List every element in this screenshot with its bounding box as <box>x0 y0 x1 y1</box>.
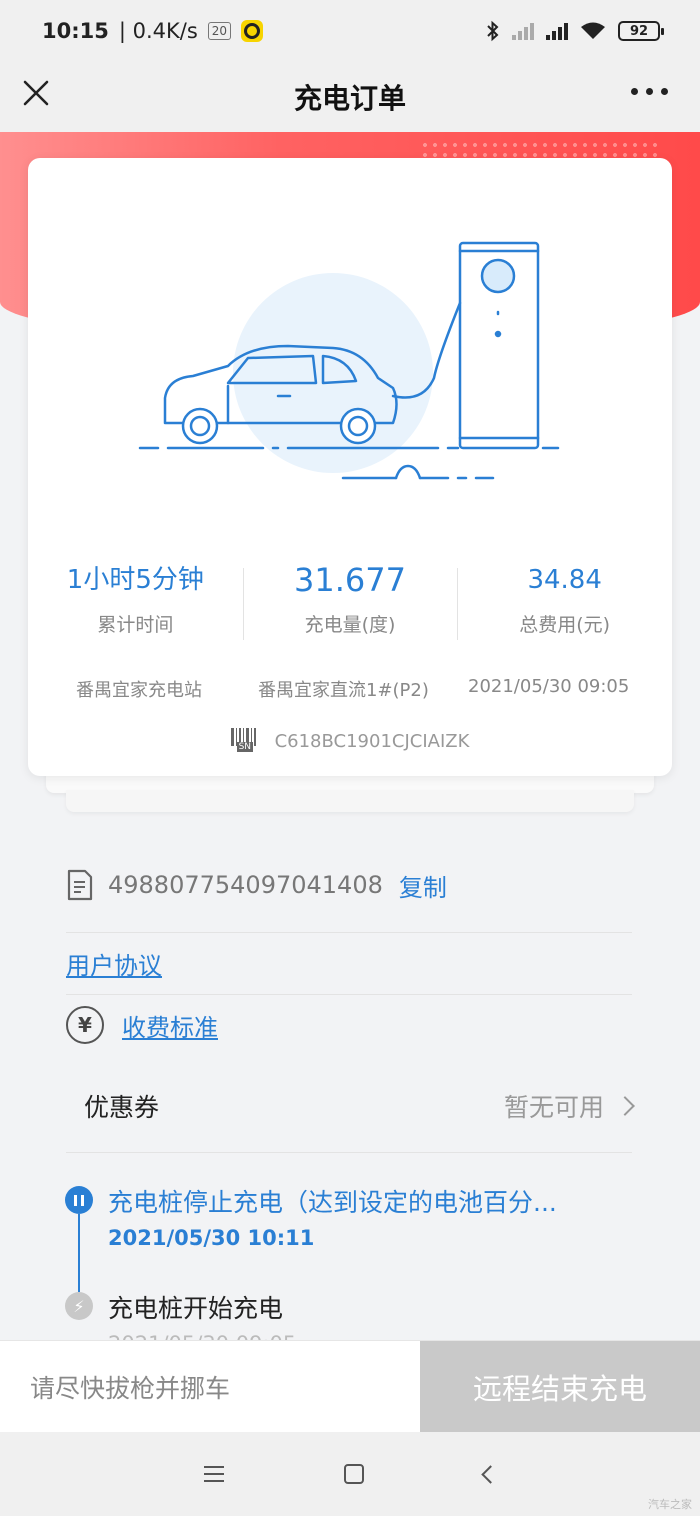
fee-standard-link[interactable]: 收费标准 <box>122 1008 218 1043</box>
lightning-icon: ⚡ <box>65 1292 93 1320</box>
order-number-row: 498807754097041408 复制 <box>66 862 632 908</box>
battery-icon: 92 <box>618 21 664 41</box>
signal-sim2-icon <box>512 22 534 40</box>
serial-number-row: SN C618BC1901CJCIAIZK <box>28 728 672 754</box>
end-charging-button[interactable]: 远程结束充电 <box>420 1341 700 1432</box>
document-icon <box>67 869 93 901</box>
status-badge: 20 <box>207 22 232 40</box>
menu-icon[interactable] <box>203 1466 224 1482</box>
unplug-hint: 请尽快拔枪并挪车 <box>0 1341 420 1432</box>
yen-icon: ¥ <box>66 1006 104 1044</box>
chevron-right-icon <box>615 1096 635 1116</box>
stat-label: 充电量(度) <box>304 614 396 636</box>
status-time: 10:15 <box>42 19 109 43</box>
close-icon[interactable] <box>20 77 52 109</box>
order-number: 498807754097041408 <box>108 871 383 899</box>
barcode-sn-icon: SN <box>230 728 269 754</box>
bluetooth-icon <box>487 20 499 42</box>
card-stack-layer <box>66 790 634 812</box>
stat-value: 31.677 <box>294 561 406 599</box>
bottom-action-bar: 请尽快拔枪并挪车 远程结束充电 <box>0 1340 700 1432</box>
home-icon[interactable] <box>343 1464 364 1484</box>
sn-tag: SN <box>236 742 254 752</box>
status-net-speed: | 0.4K/s <box>118 19 198 43</box>
stat-duration: 1小时5分钟 累计时间 <box>28 558 243 648</box>
banner-decoration <box>420 140 660 160</box>
timeline-connector <box>78 1214 80 1292</box>
system-nav-bar: 汽车之家 <box>0 1432 700 1516</box>
nav-bar: 充电订单 <box>0 62 700 132</box>
signal-sim1-icon <box>546 22 568 40</box>
start-datetime: 2021/05/30 09:05 <box>468 676 630 697</box>
more-icon[interactable] <box>631 88 668 95</box>
charger-name: 番禺宜家直流1#(P2) <box>258 680 429 701</box>
coupon-value-wrap: 暂无可用 <box>503 1088 635 1124</box>
wifi-icon <box>581 22 605 39</box>
status-right: 92 <box>486 20 664 42</box>
back-icon[interactable] <box>480 1464 500 1484</box>
status-bar: 10:15 | 0.4K/s 20 92 <box>0 0 700 62</box>
fee-standard-row: ¥ 收费标准 <box>66 1006 218 1044</box>
divider <box>66 932 632 933</box>
watermark: 汽车之家 <box>648 1498 692 1511</box>
stat-label: 累计时间 <box>97 614 174 636</box>
page-title: 充电订单 <box>293 82 406 115</box>
user-agreement-link[interactable]: 用户协议 <box>66 946 162 981</box>
pause-icon <box>65 1186 93 1214</box>
divider <box>66 1152 632 1153</box>
copy-button[interactable]: 复制 <box>399 868 447 903</box>
app-notification-icon <box>241 20 264 42</box>
timeline-event-title: 充电桩停止充电（达到设定的电池百分... <box>108 1188 557 1217</box>
charging-stats: 1小时5分钟 累计时间 31.677 充电量(度) 34.84 总费用(元) <box>28 558 672 648</box>
timeline-event-time: 2021/05/30 10:11 <box>108 1226 315 1250</box>
car-charging-illustration <box>138 241 560 480</box>
station-name: 番禺宜家充电站 <box>76 680 202 701</box>
status-left: 10:15 | 0.4K/s 20 <box>42 19 264 43</box>
coupon-value: 暂无可用 <box>503 1093 604 1122</box>
coupon-row[interactable]: 优惠券 暂无可用 <box>66 1080 635 1132</box>
charging-summary-card: 1小时5分钟 累计时间 31.677 充电量(度) 34.84 总费用(元) 番… <box>28 158 672 776</box>
stat-label: 总费用(元) <box>519 614 611 636</box>
coupon-label: 优惠券 <box>84 1093 160 1122</box>
stat-cost: 34.84 总费用(元) <box>457 558 672 648</box>
stat-value: 1小时5分钟 <box>66 565 204 595</box>
divider <box>66 994 632 995</box>
stat-energy: 31.677 充电量(度) <box>242 558 458 648</box>
serial-number: C618BC1901CJCIAIZK <box>274 730 470 752</box>
stat-value: 34.84 <box>527 565 602 595</box>
timeline-event-title: 充电桩开始充电 <box>108 1294 284 1323</box>
